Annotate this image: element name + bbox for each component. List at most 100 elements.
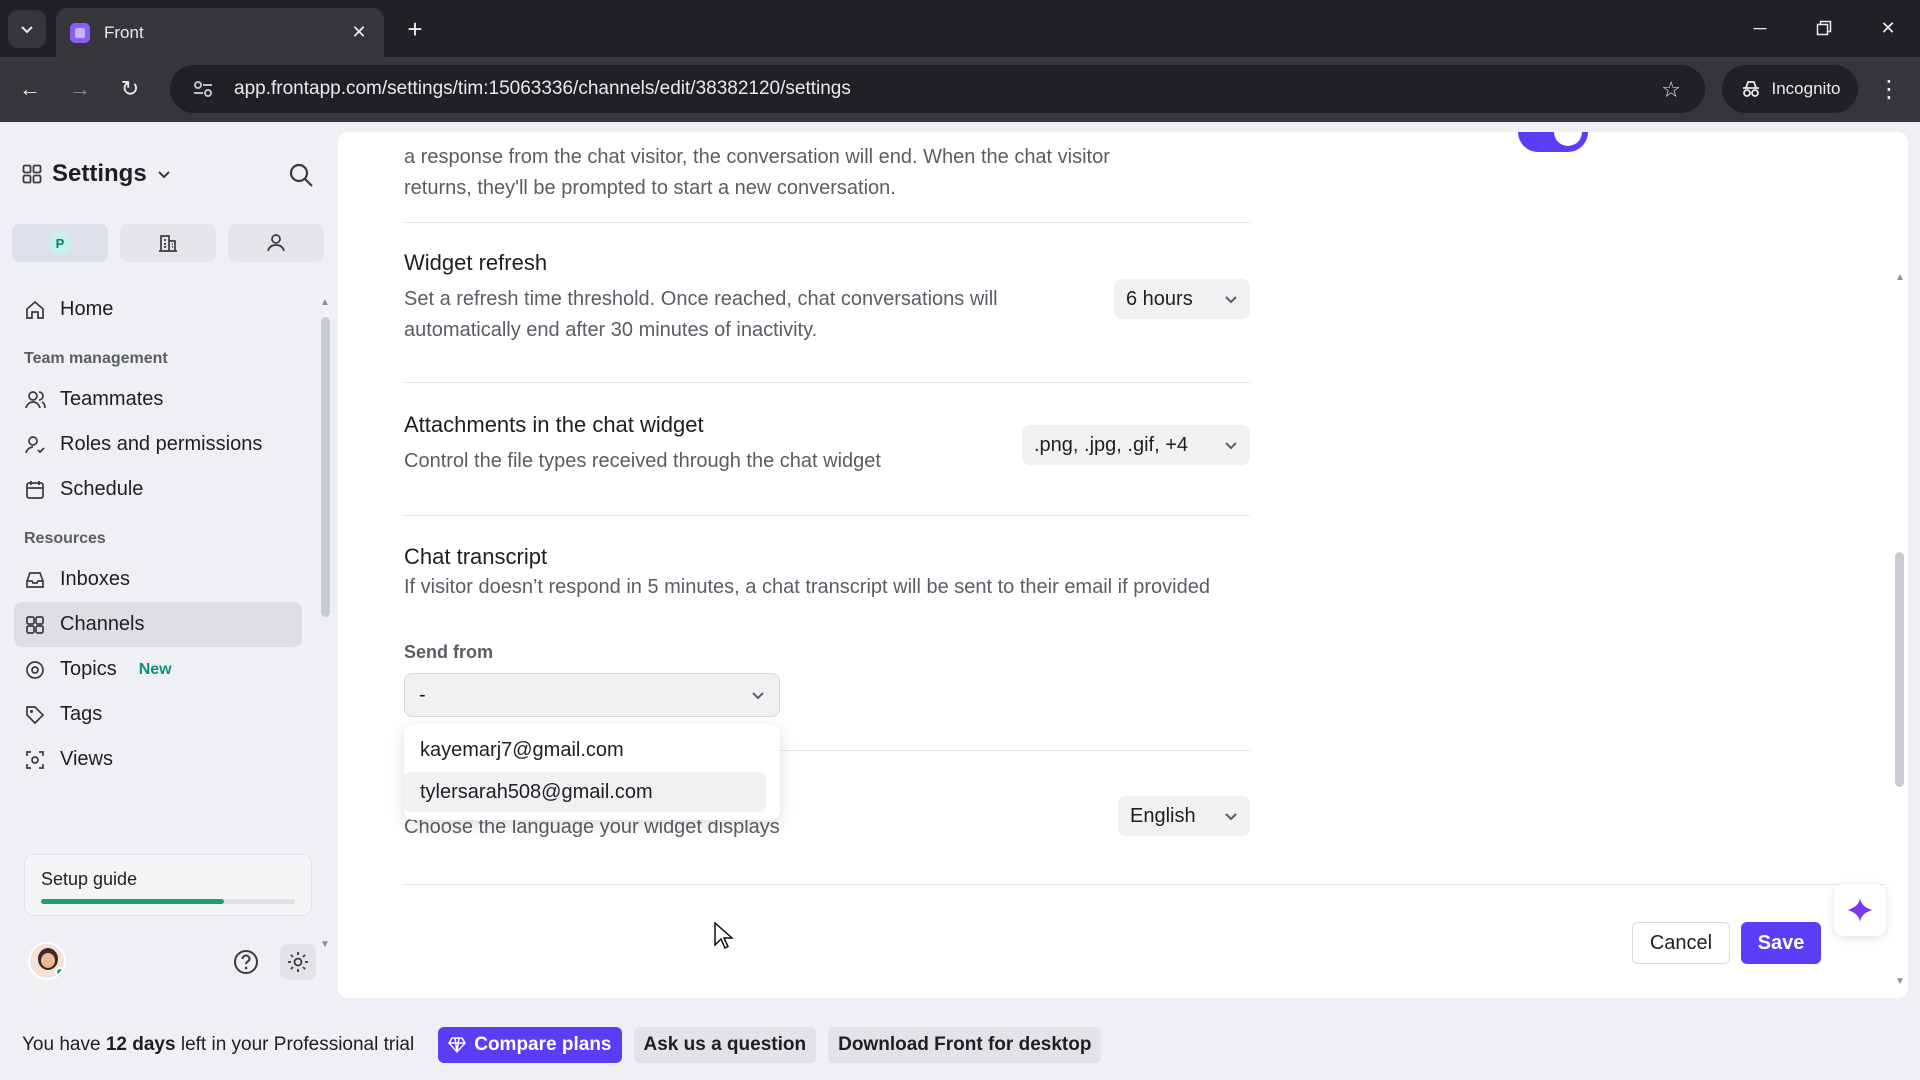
scroll-up-arrow-icon[interactable]: ▲ [320, 297, 330, 308]
chevron-down-icon [157, 171, 170, 179]
tab-search-button[interactable] [8, 10, 46, 48]
widget-refresh-dropdown[interactable]: 6 hours [1114, 279, 1250, 319]
sidebar-item-label: Inboxes [60, 568, 131, 590]
user-scope-button[interactable] [228, 224, 324, 262]
forward-icon[interactable]: → [62, 71, 98, 107]
new-tab-button[interactable]: + [398, 12, 432, 46]
send-from-option[interactable]: kayemarj7@gmail.com [404, 730, 766, 770]
sidebar-item-tags[interactable]: Tags [14, 692, 302, 737]
setup-guide-progress [41, 899, 295, 904]
bookmark-star-icon[interactable]: ☆ [1661, 77, 1681, 103]
settings-gear-button[interactable] [280, 944, 316, 980]
personal-scope-button[interactable]: P [12, 224, 108, 262]
section-divider [404, 382, 1250, 383]
ask-question-button[interactable]: Ask us a question [633, 1027, 817, 1063]
sidebar-item-channels[interactable]: Channels [14, 602, 302, 647]
main-scrollbar[interactable]: ▲ ▼ [1894, 272, 1905, 992]
online-status-dot [55, 967, 64, 977]
widget-refresh-value: 6 hours [1126, 287, 1193, 310]
chevron-down-icon [21, 26, 33, 34]
sidebar-item-views[interactable]: Views [14, 737, 302, 782]
browser-tab-bar: Front ✕ + ─ ✕ [0, 0, 1920, 57]
chevron-down-icon [1225, 813, 1237, 821]
chat-transcript-section: Chat transcript If visitor doesn’t respo… [404, 544, 1304, 603]
compare-plans-button[interactable]: Compare plans [438, 1027, 622, 1063]
sidebar-item-topics[interactable]: Topics New [14, 647, 302, 692]
browser-menu-icon[interactable]: ⋮ [1874, 71, 1904, 107]
sidebar-item-schedule[interactable]: Schedule [14, 467, 302, 512]
search-icon[interactable] [286, 160, 316, 190]
tag-icon [26, 705, 45, 724]
incognito-indicator[interactable]: Incognito [1722, 65, 1858, 113]
cancel-button[interactable]: Cancel [1632, 922, 1730, 964]
help-icon[interactable] [232, 948, 260, 976]
settings-menu-toggle[interactable]: Settings [22, 160, 171, 188]
inbox-icon [26, 571, 44, 588]
save-button[interactable]: Save [1741, 922, 1821, 964]
front-app: Settings P Home Team management Teammate… [0, 122, 1920, 1080]
sidebar-item-label: Topics [60, 658, 117, 680]
views-icon [26, 750, 44, 769]
back-icon[interactable]: ← [12, 71, 48, 107]
section-divider [404, 222, 1250, 223]
close-window-icon[interactable]: ✕ [1868, 10, 1908, 46]
browser-tab-front[interactable]: Front ✕ [56, 8, 384, 57]
close-tab-icon[interactable]: ✕ [348, 22, 370, 43]
user-icon [267, 234, 285, 252]
scroll-down-arrow-icon[interactable]: ▼ [320, 939, 330, 950]
send-from-select[interactable]: - [404, 673, 780, 717]
widget-refresh-description: Set a refresh time threshold. Once reach… [404, 288, 998, 341]
diamond-icon [448, 1037, 467, 1054]
channels-grid-icon [26, 615, 44, 634]
trial-message: You have 12 days left in your Profession… [22, 1034, 414, 1056]
sidebar-item-label: Roles and permissions [60, 433, 263, 455]
send-from-options-menu: kayemarj7@gmail.com tylersarah508@gmail.… [404, 724, 780, 820]
setup-guide-card[interactable]: Setup guide [24, 854, 312, 916]
sidebar-item-home[interactable]: Home [14, 287, 302, 332]
trial-suffix: left in your Professional trial [180, 1034, 415, 1055]
section-divider [404, 515, 1250, 516]
sidebar-item-inboxes[interactable]: Inboxes [14, 557, 302, 602]
address-bar[interactable]: app.frontapp.com/settings/tim:15063336/c… [170, 65, 1705, 113]
language-value: English [1130, 804, 1196, 827]
attachments-dropdown[interactable]: .png, .jpg, .gif, +4 [1022, 425, 1250, 465]
send-from-value: - [419, 683, 426, 706]
send-from-option[interactable]: tylersarah508@gmail.com [404, 772, 766, 812]
incognito-label: Incognito [1771, 79, 1841, 98]
avatar[interactable] [28, 942, 66, 980]
scroll-up-arrow-icon[interactable]: ▲ [1895, 272, 1905, 283]
download-desktop-button[interactable]: Download Front for desktop [828, 1027, 1102, 1063]
inactivity-toggle[interactable] [1518, 132, 1588, 152]
sidebar-item-roles[interactable]: Roles and permissions [14, 422, 302, 467]
front-favicon-icon [70, 22, 90, 43]
sidebar-item-label: Home [60, 298, 114, 320]
widget-refresh-title: Widget refresh [404, 250, 548, 275]
trial-banner: You have 12 days left in your Profession… [0, 1010, 1920, 1080]
sidebar-footer [24, 942, 316, 986]
sidebar-item-label: Channels [60, 613, 145, 635]
language-dropdown[interactable]: English [1118, 796, 1250, 836]
chevron-down-icon [1225, 442, 1237, 450]
site-settings-icon[interactable] [192, 78, 214, 100]
sidebar-scroll-thumb[interactable] [321, 317, 330, 617]
main-scroll-thumb[interactable] [1895, 552, 1904, 787]
reload-icon[interactable]: ↻ [112, 71, 148, 107]
sidebar-item-teammates[interactable]: Teammates [14, 377, 302, 422]
roles-icon [25, 435, 45, 453]
compare-plans-label: Compare plans [474, 1034, 612, 1055]
chevron-down-icon [1225, 296, 1237, 304]
minimize-icon[interactable]: ─ [1740, 10, 1780, 46]
form-actions: Cancel Save [338, 897, 1908, 997]
settings-sidebar: Settings P Home Team management Teammate… [0, 122, 332, 1002]
tab-title: Front [104, 22, 144, 42]
settings-title: Settings [52, 160, 147, 187]
home-icon [26, 300, 44, 319]
sidebar-scrollbar[interactable]: ▲ ▼ [320, 297, 330, 957]
restore-icon[interactable] [1804, 10, 1844, 46]
grid-icon [22, 164, 42, 184]
incognito-icon [1742, 81, 1759, 97]
sidebar-item-label: Views [60, 748, 113, 770]
chat-transcript-title: Chat transcript [404, 544, 548, 569]
sidebar-item-label: Tags [60, 703, 103, 725]
company-scope-button[interactable] [120, 224, 216, 262]
